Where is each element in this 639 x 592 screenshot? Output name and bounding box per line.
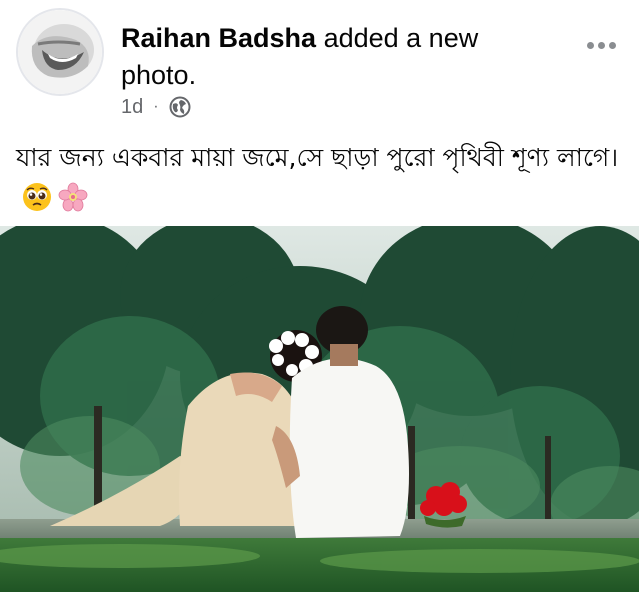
post-header-text: Raihan Badsha added a new photo. [121, 20, 541, 94]
more-horizontal-icon [608, 41, 616, 49]
caption-emojis [22, 182, 88, 212]
more-horizontal-icon [597, 41, 605, 49]
post-timestamp[interactable]: 1d [121, 96, 143, 119]
post-header: Raihan Badsha added a new photo. 1d · [0, 0, 639, 122]
avatar[interactable] [16, 8, 104, 96]
more-horizontal-icon [586, 41, 594, 49]
meta-separator: · [153, 98, 159, 115]
post-caption: যার জন্য একবার মায়া জমে,সে ছাড়া পুরো প… [16, 139, 626, 215]
post-meta: 1d · [121, 93, 191, 121]
more-options-button[interactable] [583, 30, 619, 60]
couple-sitting-photo[interactable] [0, 226, 639, 592]
caption-text: যার জন্য একবার মায়া জমে,সে ছাড়া পুরো প… [16, 143, 619, 172]
globe-icon[interactable] [169, 96, 191, 118]
pleading-face-emoji [23, 183, 51, 211]
cherry-blossom-emoji [58, 182, 88, 212]
author-name[interactable]: Raihan Badsha [121, 23, 316, 53]
